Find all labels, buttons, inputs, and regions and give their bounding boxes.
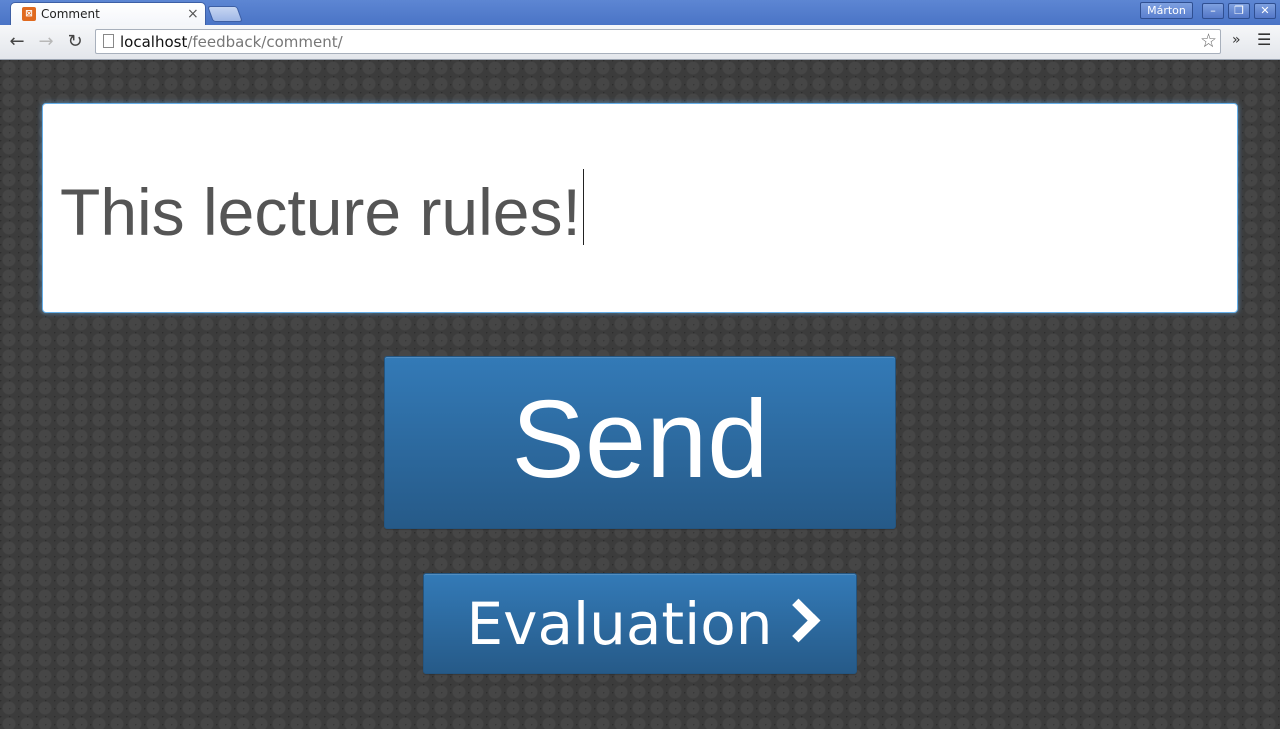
profile-button[interactable]: Márton [1140,2,1193,19]
new-tab-button[interactable] [207,6,243,22]
browser-title-bar: ⊠ Comment × Márton – ❐ ✕ [0,0,1280,25]
back-icon[interactable]: ← [5,30,29,54]
tab-title: Comment [41,7,100,21]
browser-toolbar: ← → ↻ localhost/feedback/comment/ ☆ » ☰ [0,25,1280,60]
tab-comment[interactable]: ⊠ Comment × [10,2,206,25]
comment-input[interactable]: This lecture rules! [42,103,1238,313]
address-bar[interactable]: localhost/feedback/comment/ ☆ [95,29,1221,54]
evaluation-button[interactable]: Evaluation [423,573,857,674]
close-window-button[interactable]: ✕ [1254,3,1276,19]
comment-value: This lecture rules! [60,175,581,249]
url-path: /feedback/comment/ [187,33,343,51]
extensions-overflow-icon[interactable]: » [1232,32,1241,48]
reload-icon[interactable]: ↻ [63,30,87,54]
text-caret [582,169,584,245]
chevron-right-icon [776,598,820,643]
minimize-button[interactable]: – [1202,3,1224,19]
page-content: This lecture rules! Send Evaluation [0,60,1280,729]
restore-button[interactable]: ❐ [1228,3,1250,19]
url-text: localhost/feedback/comment/ [120,33,343,51]
xampp-icon: ⊠ [22,7,36,21]
evaluation-label: Evaluation [466,590,773,658]
forward-icon[interactable]: → [34,30,58,54]
menu-icon[interactable]: ☰ [1257,30,1271,49]
page-icon [103,34,114,48]
comment-text: This lecture rules! [60,169,584,250]
url-host: localhost [120,33,188,51]
bookmark-star-icon[interactable]: ☆ [1200,30,1217,52]
send-button[interactable]: Send [384,356,896,529]
tab-close-icon[interactable]: × [187,6,199,22]
